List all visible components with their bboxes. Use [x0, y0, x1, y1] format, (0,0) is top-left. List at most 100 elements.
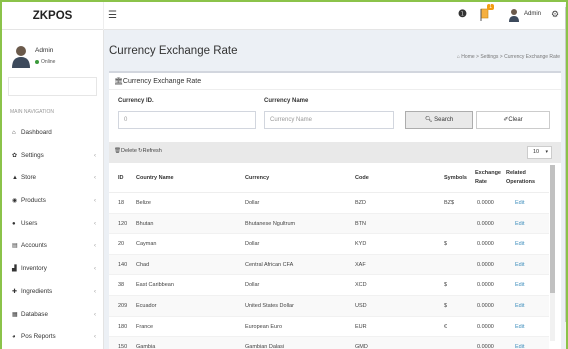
table-toolbar: 🗑︎Delete ↻Refresh 10 ▾ — [109, 142, 561, 163]
bank-icon: 🏛 — [114, 78, 123, 85]
table-row[interactable]: 38 East Caribbean Dollar XCD $0.0000 Edit — [109, 275, 549, 296]
sidebar-item-dashboard[interactable]: ⌂ Dashboard — [2, 122, 104, 145]
notification-flag-icon[interactable]: 1 — [478, 4, 494, 21]
page-size-value: 10 — [533, 149, 540, 155]
cell-exchange-rate: 0.0000 — [477, 261, 494, 268]
cell-country: Gambia — [136, 344, 156, 349]
cell-exchange-rate: 0.0000 — [477, 344, 494, 349]
cell-currency: European Euro — [245, 323, 282, 330]
table-scrollbar[interactable] — [550, 165, 555, 341]
edit-link[interactable]: Edit — [515, 344, 524, 349]
sidebar-item-database[interactable]: ▦ Database ‹ — [2, 304, 104, 327]
cell-code: GMD — [355, 344, 368, 349]
sidebar-item-pos-reports[interactable]: ◕ Pos Reports ‹ — [2, 326, 104, 349]
col-currency[interactable]: Currency — [245, 175, 269, 181]
col-code[interactable]: Code — [355, 175, 369, 181]
cell-id: 18 — [118, 200, 125, 206]
cell-symbol: $ — [444, 241, 448, 248]
cell-id: 140 — [118, 261, 128, 268]
table-row[interactable]: 20 Cayman Dollar KYD $0.0000 Edit — [109, 234, 549, 255]
breadcrumb-current: Currency Exchange Rate — [504, 54, 560, 60]
cell-code: BTN — [355, 220, 366, 227]
pie-chart-icon: ◕ — [12, 334, 16, 341]
currency-id-label: Currency ID. — [118, 98, 154, 104]
edit-link[interactable]: Edit — [515, 200, 524, 206]
col-id[interactable]: ID — [118, 175, 124, 181]
cell-code: XCD — [355, 282, 367, 289]
cell-country: France — [136, 323, 154, 330]
col-exchange-rate[interactable]: Exchange Rate — [475, 169, 505, 188]
edit-link[interactable]: Edit — [515, 324, 524, 330]
refresh-button[interactable]: ↻Refresh — [138, 148, 162, 154]
search-button[interactable]: 🔍︎ Search — [405, 111, 473, 129]
avatar — [12, 44, 30, 68]
table-row[interactable]: 209 Ecuador United States Dollar USD $0.0000… — [109, 295, 549, 317]
col-symbols[interactable]: Symbols — [444, 175, 467, 181]
edit-link[interactable]: Edit — [515, 221, 524, 227]
cell-id: 38 — [118, 282, 125, 289]
currency-name-label: Currency Name — [264, 98, 309, 104]
cell-id: 150 — [118, 344, 128, 349]
panel-title-text: Currency Exchange Rate — [122, 78, 202, 85]
gear-icon: ✿ — [12, 152, 18, 159]
sidebar-item-ingredients[interactable]: ✚ Ingredients ‹ — [2, 281, 104, 304]
cell-code: USD — [355, 302, 367, 309]
breadcrumb-settings[interactable]: Settings — [480, 54, 498, 60]
cell-code: KYD — [355, 241, 367, 248]
chevron-left-icon: ‹ — [94, 266, 96, 273]
cell-exchange-rate: 0.0000 — [477, 323, 494, 330]
sidebar-item-label: Settings — [21, 151, 44, 159]
divider — [109, 89, 561, 90]
settings-gear-icon[interactable]: ⚙ — [551, 9, 559, 20]
clear-button[interactable]: ✐Clear — [476, 111, 550, 129]
sidebar-item-users[interactable]: ● Users ‹ — [2, 213, 104, 236]
sidebar-item-products[interactable]: ◉ Products ‹ — [2, 190, 104, 213]
chevron-left-icon: ‹ — [94, 152, 96, 159]
sidebar-item-accounts[interactable]: ▤ Accounts ‹ — [2, 235, 104, 258]
sidebar-item-store[interactable]: ▲ Store ‹ — [2, 167, 104, 190]
col-country-name[interactable]: Country Name — [136, 175, 174, 181]
chevron-left-icon: ‹ — [94, 243, 96, 250]
cell-country: Belize — [136, 200, 151, 206]
currency-table: ID Country Name Currency Code Symbols Ex… — [109, 163, 549, 349]
user-avatar-icon[interactable] — [509, 8, 519, 22]
sidebar-item-inventory[interactable]: ▟ Inventory ‹ — [2, 258, 104, 281]
sidebar-search-input[interactable] — [8, 77, 97, 96]
cell-code: XAF — [355, 261, 366, 268]
edit-link[interactable]: Edit — [515, 303, 524, 309]
edit-link[interactable]: Edit — [515, 282, 524, 288]
sidebar-item-settings[interactable]: ✿ Settings ‹ — [2, 145, 104, 168]
page-title: Currency Exchange Rate — [109, 45, 238, 57]
table-row[interactable]: 140 Chad Central African CFA XAF 0.0000 Edit — [109, 254, 549, 276]
table-row[interactable]: 150 Gambia Gambian Dalasi GMD 0.0000 Edit — [109, 337, 549, 349]
table-row[interactable]: 18 Belize Dollar BZD BZ$ 0.0000 Edit — [109, 193, 549, 214]
chevron-left-icon: ‹ — [94, 198, 96, 205]
chevron-left-icon: ‹ — [94, 334, 96, 341]
cell-id: 209 — [118, 302, 128, 309]
table-row[interactable]: 120 Bhutan Bhutanese Ngultrum BTN 0.0000 Edit — [109, 213, 549, 235]
currency-id-input[interactable]: 0 — [118, 111, 256, 129]
currency-name-input[interactable]: Currency Name — [264, 111, 394, 129]
cell-currency: Central African CFA — [245, 261, 294, 268]
edit-link[interactable]: Edit — [515, 262, 524, 268]
table-body: 18 Belize Dollar BZD BZ$ 0.0000 Edit 120 Bhutan B… — [109, 193, 549, 349]
brand-logo[interactable]: ZKPOS Restaurant — [2, 2, 104, 50]
sidebar-menu: ⌂ Dashboard ✿ Settings ‹ ▲ Store ‹ ◉ Products ‹ ● Us… — [2, 122, 104, 349]
cell-country: Bhutan — [136, 220, 154, 227]
delete-button[interactable]: 🗑︎Delete — [114, 148, 137, 154]
header-user-name[interactable]: Admin — [524, 11, 541, 17]
currency-panel: 🏛Currency Exchange Rate Currency ID. 0 C… — [109, 71, 561, 349]
info-icon[interactable]: ❶ — [458, 9, 467, 20]
edit-link[interactable]: Edit — [515, 241, 524, 247]
table-header: ID Country Name Currency Code Symbols Ex… — [109, 163, 549, 193]
menu-toggle-icon[interactable]: ☰ — [108, 10, 117, 21]
cell-currency: Gambian Dalasi — [245, 344, 285, 349]
col-related-operations: Related Operations — [506, 170, 536, 186]
table-scrollbar-thumb[interactable] — [550, 165, 555, 293]
page-size-select[interactable]: 10 ▾ — [527, 146, 552, 159]
sidebar: Admin Online MAIN NAVIGATION ⌂ Dashboard ✿… — [2, 30, 104, 349]
breadcrumb-home[interactable]: Home — [461, 54, 474, 60]
cell-currency: Dollar — [245, 282, 260, 289]
table-row[interactable]: 180 France European Euro EUR €0.0000 Edit — [109, 317, 549, 338]
cell-country: Cayman — [136, 241, 157, 248]
